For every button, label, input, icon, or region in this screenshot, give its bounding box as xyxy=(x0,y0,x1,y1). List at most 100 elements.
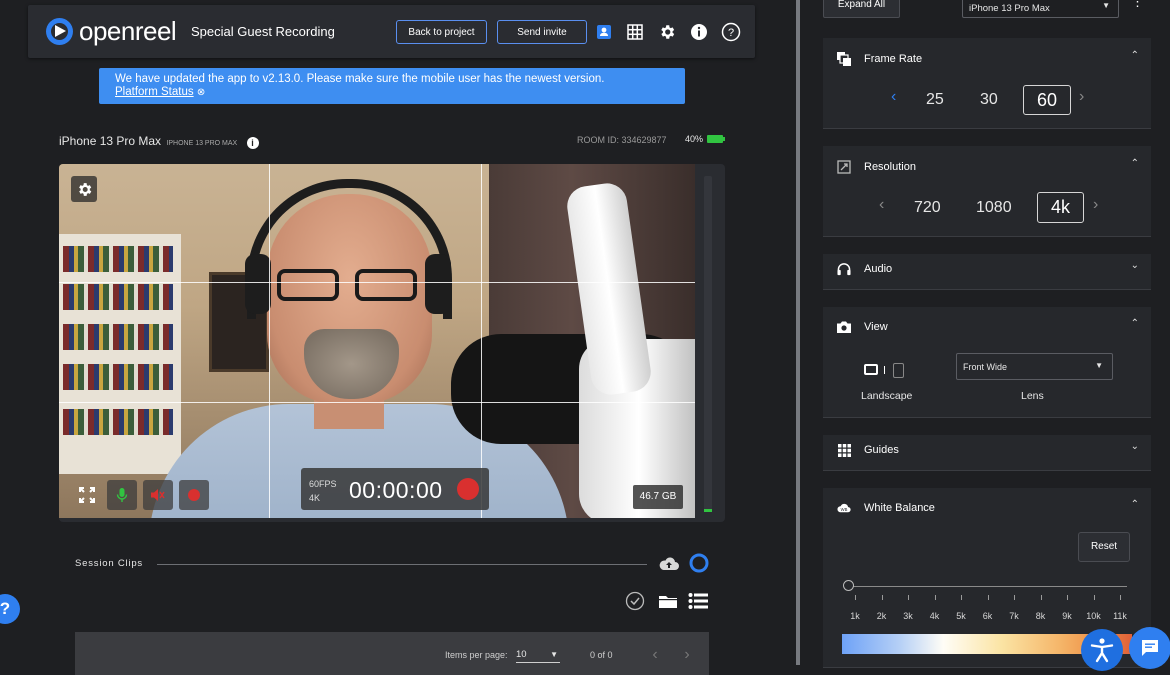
resolution-prev-icon[interactable]: ‹ xyxy=(879,196,884,214)
logo-text: openreel xyxy=(79,16,177,46)
portrait-orientation-icon[interactable] xyxy=(893,363,904,378)
frame-rate-option-25[interactable]: 25 xyxy=(926,91,944,109)
resolution-option-720[interactable]: 720 xyxy=(914,199,941,217)
white-balance-slider-track[interactable] xyxy=(847,586,1127,587)
white-balance-tick xyxy=(1093,595,1095,600)
white-balance-tick-label: 2k xyxy=(876,611,887,621)
dropdown-arrow-icon: ▼ xyxy=(1102,1,1110,10)
audio-title: Audio xyxy=(864,263,893,275)
video-settings-gear-icon[interactable] xyxy=(71,176,97,202)
room-id: ROOM ID: 334629877 xyxy=(577,135,667,145)
microphone-button[interactable] xyxy=(107,480,137,510)
list-view-icon[interactable] xyxy=(687,590,709,612)
more-options-icon[interactable]: ⋮ xyxy=(1131,0,1144,8)
lens-select[interactable]: Front Wide ▼ xyxy=(956,353,1113,380)
frame-rate-prev-icon[interactable]: ‹ xyxy=(891,88,896,106)
device-name: iPhone 13 Pro Max xyxy=(59,134,162,148)
white-balance-reset-button[interactable]: Reset xyxy=(1078,532,1130,562)
white-balance-tick-label: 7k xyxy=(1009,611,1019,621)
view-section: View ⌃ Landscape Front Wide ▼ Lens xyxy=(823,307,1151,418)
fullscreen-icon[interactable] xyxy=(72,480,102,510)
guide-line xyxy=(481,164,482,518)
chevron-up-icon[interactable]: ⌃ xyxy=(1131,158,1139,169)
headphones-icon xyxy=(837,262,851,276)
expand-all-button[interactable]: Expand All xyxy=(823,0,900,18)
external-link-icon[interactable]: ⊗ xyxy=(197,87,205,98)
frame-rate-option-30[interactable]: 30 xyxy=(980,91,998,109)
resolution-section: Resolution ⌃ ‹ 720 1080 4k › xyxy=(823,146,1151,237)
white-balance-tick xyxy=(934,595,936,600)
landscape-orientation-icon[interactable] xyxy=(864,364,878,375)
recording-timer: 00:00:00 xyxy=(349,477,443,503)
white-balance-slider-thumb[interactable] xyxy=(843,580,854,591)
view-header[interactable]: View xyxy=(837,318,888,336)
device-header: iPhone 13 Pro Max IPHONE 13 PRO MAX i xyxy=(59,134,259,149)
app-root: openreel Special Guest Recording Back to… xyxy=(0,0,1170,675)
guides-header[interactable]: Guides xyxy=(837,441,899,459)
page-count: 0 of 0 xyxy=(590,650,613,660)
guides-section: Guides ⌄ xyxy=(823,435,1151,471)
white-balance-tick xyxy=(908,595,909,600)
openreel-sync-icon[interactable] xyxy=(688,552,710,574)
camera-feed: 60FPS 4K 00:00:00 46.7 GB xyxy=(59,164,695,518)
speaker-button[interactable] xyxy=(143,480,173,510)
record-indicator-button[interactable] xyxy=(179,480,209,510)
panel-divider[interactable] xyxy=(796,0,800,665)
guide-line xyxy=(269,164,270,518)
cloud-upload-icon[interactable] xyxy=(658,554,680,572)
resolution-option-4k[interactable]: 4k xyxy=(1037,192,1084,223)
prev-page-icon[interactable]: ‹ xyxy=(648,646,662,664)
folder-icon[interactable] xyxy=(657,591,679,611)
separator xyxy=(884,366,885,374)
battery-status: 40% xyxy=(685,134,726,144)
chevron-up-icon[interactable]: ⌃ xyxy=(1131,499,1139,510)
contact-card-icon[interactable] xyxy=(594,22,614,42)
white-balance-header[interactable]: WB White Balance xyxy=(837,499,935,517)
info-icon[interactable] xyxy=(689,22,709,42)
frame-rate-option-60[interactable]: 60 xyxy=(1023,85,1071,115)
openreel-logo[interactable]: openreel xyxy=(46,16,177,47)
frame-rate-next-icon[interactable]: › xyxy=(1079,88,1084,106)
chat-button[interactable] xyxy=(1129,627,1170,669)
help-fab-icon[interactable]: ? xyxy=(0,594,20,624)
white-balance-tick xyxy=(881,595,883,600)
white-balance-tick-label: 11k xyxy=(1113,611,1127,621)
white-balance-tick xyxy=(1120,595,1121,600)
send-invite-button[interactable]: Send invite xyxy=(497,20,587,44)
select-all-check-icon[interactable] xyxy=(624,590,646,612)
chevron-down-icon[interactable]: ⌄ xyxy=(1131,260,1139,271)
white-balance-tick xyxy=(855,595,856,600)
resolution-option-1080[interactable]: 1080 xyxy=(976,199,1012,217)
device-info-icon[interactable]: i xyxy=(246,137,259,149)
device-select[interactable]: iPhone 13 Pro Max ▼ xyxy=(962,0,1119,18)
device-model: IPHONE 13 PRO MAX xyxy=(166,140,238,147)
audio-header[interactable]: Audio xyxy=(837,260,892,278)
white-balance-tick-label: 6k xyxy=(982,611,993,621)
frame-rate-header[interactable]: Frame Rate xyxy=(837,50,922,68)
resolution-icon xyxy=(837,160,851,174)
dropdown-arrow-icon: ▼ xyxy=(550,650,558,659)
platform-status-link[interactable]: Platform Status xyxy=(115,86,194,98)
items-per-page-value: 10 xyxy=(516,649,527,660)
items-per-page-select[interactable]: 10 ▼ xyxy=(516,649,560,663)
fps-label: 60FPS xyxy=(309,479,337,489)
resolution-header[interactable]: Resolution xyxy=(837,158,916,176)
svg-text:WB: WB xyxy=(841,507,848,512)
chevron-up-icon[interactable]: ⌃ xyxy=(1131,50,1139,61)
guide-line xyxy=(59,402,695,403)
chevron-up-icon[interactable]: ⌃ xyxy=(1131,318,1139,329)
help-icon[interactable]: ? xyxy=(721,22,741,42)
back-to-project-button[interactable]: Back to project xyxy=(396,20,487,44)
chevron-down-icon[interactable]: ⌄ xyxy=(1131,441,1139,452)
grid-icon[interactable] xyxy=(625,22,645,42)
next-page-icon[interactable]: › xyxy=(680,646,694,664)
white-balance-tick xyxy=(961,595,962,600)
orientation-label: Landscape xyxy=(861,390,913,402)
gear-icon[interactable] xyxy=(657,22,677,42)
resolution-next-icon[interactable]: › xyxy=(1093,196,1098,214)
white-balance-tick-label: 5k xyxy=(956,611,966,621)
items-per-page-label: Items per page: xyxy=(445,650,508,660)
accessibility-button[interactable] xyxy=(1081,629,1123,671)
speaker-muted-icon xyxy=(151,489,165,501)
record-button[interactable] xyxy=(457,478,479,500)
